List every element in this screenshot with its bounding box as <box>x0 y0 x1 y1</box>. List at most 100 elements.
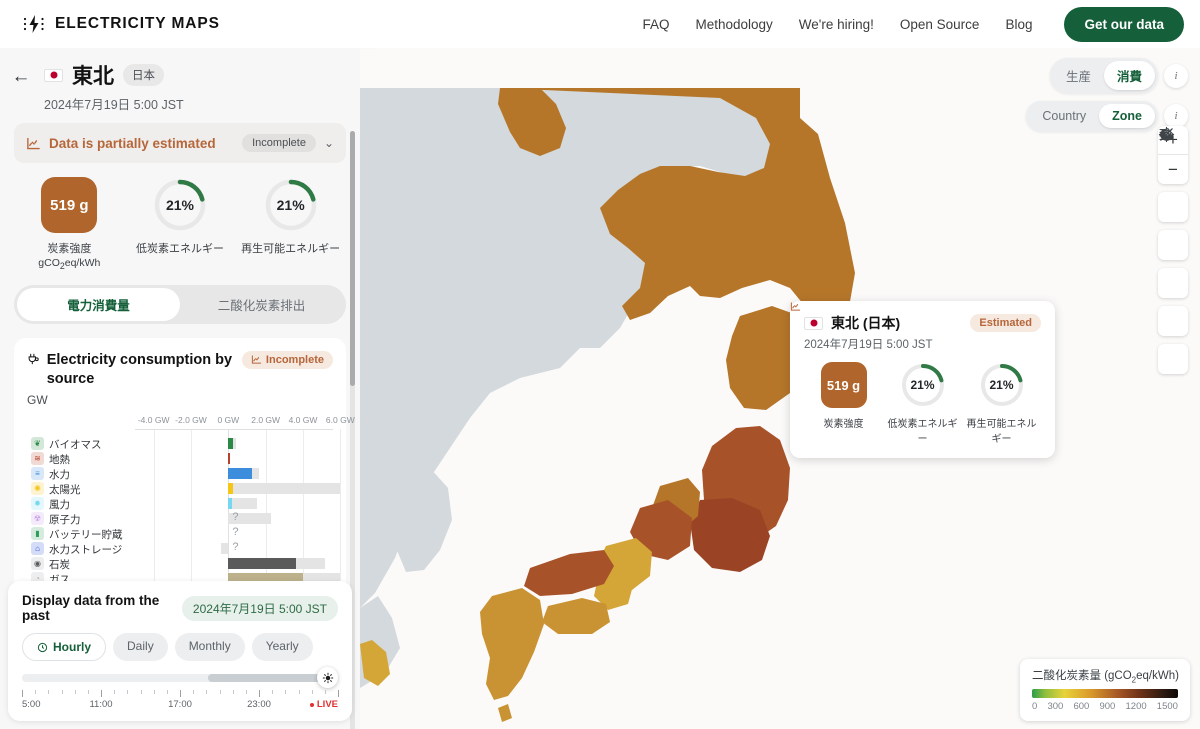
chart-unknown-marker: ? <box>232 525 239 538</box>
time-tick <box>193 690 195 694</box>
wind-icon: ✹ <box>31 496 44 510</box>
granularity-daily[interactable]: Daily <box>113 633 168 661</box>
panel-tabs: 電力消費量 二酸化炭素排出 <box>14 284 346 324</box>
time-tick <box>285 690 287 694</box>
chart-row[interactable]: ✺ 太陽光 <box>27 481 341 496</box>
toggle-option-production[interactable]: 生産 <box>1053 61 1104 90</box>
tooltip-estimated-chip: Estimated <box>790 302 1041 332</box>
map-zone-tooltip: 東北 (日本) Estimated 2024年7月19日 5:00 JST 51… <box>790 301 1055 458</box>
chart-row-label: 原子力 <box>49 513 81 526</box>
country-zone-toggle[interactable]: Country Zone <box>1026 101 1158 131</box>
time-tick <box>140 690 142 694</box>
nav-link-hiring[interactable]: We're hiring! <box>799 17 874 32</box>
sun-layer-icon[interactable] <box>1158 126 1188 336</box>
production-consumption-toggle[interactable]: 生産 消費 <box>1049 58 1158 93</box>
granularity-monthly[interactable]: Monthly <box>174 633 245 661</box>
back-arrow-icon[interactable]: ← <box>8 64 34 90</box>
time-tick-label: 11:00 <box>89 699 113 710</box>
tooltip-lowcarbon-gauge: 21% <box>900 362 946 408</box>
chart-row-label: 水力 <box>49 468 70 481</box>
granularity-hourly[interactable]: Hourly <box>22 633 107 661</box>
info-icon-production[interactable]: i <box>1164 63 1188 88</box>
estimated-chart-icon <box>251 355 262 365</box>
chart-row[interactable]: ▮ バッテリー貯蔵? <box>27 526 333 541</box>
time-tick <box>114 690 116 694</box>
language-icon[interactable] <box>1158 128 1188 222</box>
chart-incomplete-chip: Incomplete <box>241 350 333 369</box>
eye-off-icon[interactable] <box>1158 128 1188 260</box>
tooltip-renewable-label: 再生可能エネルギー <box>966 419 1037 445</box>
get-our-data-button[interactable]: Get our data <box>1064 6 1184 42</box>
chart-unknown-marker: ? <box>232 510 239 523</box>
zoom-out-icon[interactable]: − <box>1158 155 1188 184</box>
time-controller: Display data from the past 2024年7月19日 5:… <box>8 581 352 721</box>
chart-row-label: バイオマス <box>49 438 102 451</box>
wind-layer-icon[interactable] <box>1158 128 1188 298</box>
carbon-intensity-label: 炭素強度 <box>47 243 92 255</box>
brand-name: ELECTRICITY MAPS <box>55 15 220 32</box>
solar-icon: ✺ <box>31 481 44 495</box>
estimation-banner[interactable]: Data is partially estimated Incomplete ⌄ <box>14 123 346 163</box>
biomass-icon: ❦ <box>31 436 44 450</box>
toggle-option-zone[interactable]: Zone <box>1099 104 1155 128</box>
time-controller-header: Display data from the past 2024年7月19日 5:… <box>22 593 338 623</box>
zone-timestamp: 2024年7月19日 5:00 JST <box>44 98 184 112</box>
time-tick <box>153 690 155 694</box>
tooltip-metric-renewable: 21% 再生可能エネルギー <box>962 362 1041 445</box>
time-tick <box>338 690 339 697</box>
nav-link-faq[interactable]: FAQ <box>642 17 669 32</box>
chevron-down-icon[interactable]: ⌄ <box>324 136 334 150</box>
chart-row[interactable]: ≡ 水力 <box>27 466 333 481</box>
brand[interactable]: ELECTRICITY MAPS <box>22 12 220 36</box>
time-tick <box>272 690 274 694</box>
renewable-label: 再生可能エネルギー <box>241 243 341 255</box>
legend-ticks: 0 300 600 900 1200 1500 <box>1032 701 1178 712</box>
tooltip-lowcarbon-value: 21% <box>910 378 935 392</box>
chart-row[interactable]: ☢ 原子力? <box>27 511 333 526</box>
nav-links: FAQ Methodology We're hiring! Open Sourc… <box>642 6 1184 42</box>
chart-row[interactable]: ✹ 風力 <box>27 496 333 511</box>
chart-row[interactable]: ≋ 地熱 <box>27 451 333 466</box>
chart-tick-label: -4.0 GW <box>137 414 170 425</box>
tab-carbon-emissions[interactable]: 二酸化炭素排出 <box>180 288 343 321</box>
nav-link-methodology[interactable]: Methodology <box>695 17 772 32</box>
chart-chip-label: Incomplete <box>265 353 324 366</box>
chart-card-header: Electricity consumption by source Incomp… <box>27 350 333 389</box>
time-slider-tick-labels: 23:00 17:00 11:00 5:00 LIVE <box>22 699 338 711</box>
info-icon-zone[interactable]: i <box>1164 104 1188 128</box>
nuclear-icon: ☢ <box>31 511 44 525</box>
chart-row[interactable]: ⌂ 水力ストレージ? <box>27 541 333 556</box>
time-slider-ticks <box>22 690 339 698</box>
chart-tick-label: 6.0 GW <box>325 414 355 425</box>
nav-link-open-source[interactable]: Open Source <box>900 17 980 32</box>
tooltip-chip-label: Estimated <box>979 317 1032 329</box>
battery-icon: ▮ <box>31 526 44 540</box>
carbon-intensity-value: 519 g <box>41 177 98 233</box>
moon-icon[interactable] <box>1158 128 1188 374</box>
time-tick <box>61 690 63 694</box>
time-slider-knob[interactable] <box>317 667 338 688</box>
chart-row-label: 水力ストレージ <box>49 543 123 556</box>
chart-unknown-marker: ? <box>232 540 239 553</box>
time-tick <box>245 690 247 694</box>
legend-tick: 900 <box>1099 701 1116 712</box>
toggle-option-country[interactable]: Country <box>1029 104 1099 128</box>
granularity-yearly[interactable]: Yearly <box>251 633 313 661</box>
low-carbon-value: 21% <box>165 197 194 213</box>
chart-bar-value <box>228 467 252 479</box>
nav-link-blog[interactable]: Blog <box>1005 17 1032 32</box>
tab-electricity-consumption[interactable]: 電力消費量 <box>17 287 180 321</box>
japan-flag-icon <box>804 316 823 330</box>
clock-icon <box>37 642 48 652</box>
page-title: 東北 <box>72 65 114 88</box>
chart-row[interactable]: ❦ バイオマス <box>27 436 333 451</box>
time-slider[interactable] <box>22 667 338 688</box>
toggle-option-consumption[interactable]: 消費 <box>1103 61 1155 90</box>
live-badge[interactable]: LIVE <box>310 699 338 710</box>
time-tick <box>259 690 260 697</box>
chart-tick-label: -2.0 GW <box>175 414 207 425</box>
chart-row-label: 風力 <box>49 498 70 511</box>
chart-row[interactable]: ◉ 石炭 <box>27 556 333 571</box>
tooltip-header: 東北 (日本) Estimated <box>790 302 1041 333</box>
time-tick-label: 23:00 <box>247 699 271 710</box>
